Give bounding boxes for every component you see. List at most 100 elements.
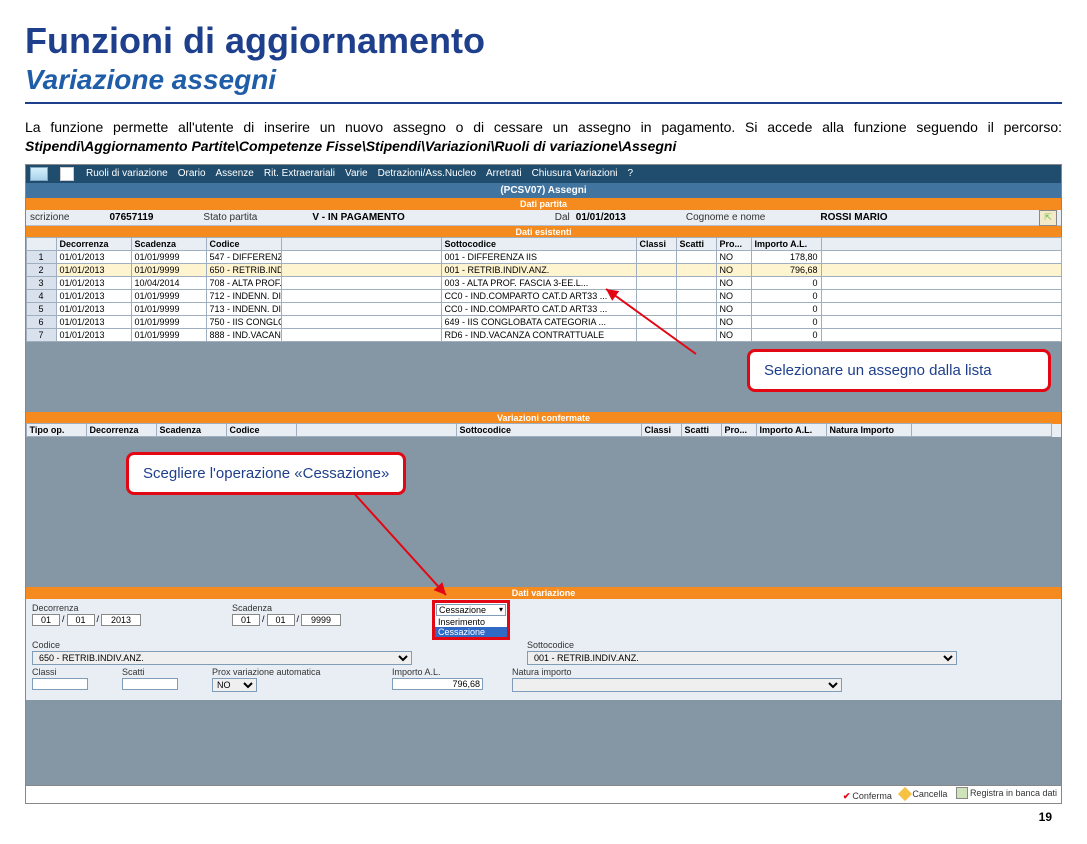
export-icon[interactable]: ⇱ bbox=[1039, 210, 1057, 226]
tipo-op-selected: Cessazione bbox=[439, 605, 486, 615]
col2-blank bbox=[296, 423, 457, 437]
tipo-operazione-dropdown[interactable]: Cessazione ▾ Inserimento Cessazione bbox=[432, 600, 510, 640]
col2-sottocodice: Sottocodice bbox=[456, 423, 642, 437]
menu-item[interactable]: Detrazioni/Ass.Nucleo bbox=[378, 168, 476, 179]
page-title: Funzioni di aggiornamento bbox=[25, 20, 1062, 62]
col-blank2 bbox=[821, 237, 1062, 251]
window-icon bbox=[60, 167, 74, 181]
table2-header: Tipo op. Decorrenza Scadenza Codice Sott… bbox=[26, 424, 1061, 437]
cancella-button[interactable]: Cancella bbox=[900, 789, 947, 799]
eraser-icon bbox=[898, 787, 912, 801]
table1-header: Decorrenza Scadenza Codice Sottocodice C… bbox=[26, 238, 1061, 251]
chevron-down-icon: ▾ bbox=[499, 605, 503, 614]
importo-label: Importo A.L. bbox=[392, 667, 492, 677]
col2-decorrenza: Decorrenza bbox=[86, 423, 157, 437]
codice-select[interactable]: 650 - RETRIB.INDIV.ANZ. bbox=[32, 651, 412, 665]
col2-scadenza: Scadenza bbox=[156, 423, 227, 437]
col2-natura: Natura Importo bbox=[826, 423, 912, 437]
row-number: 5 bbox=[26, 302, 57, 316]
table-row[interactable]: 101/01/201301/01/9999547 - DIFFERENZA II… bbox=[26, 251, 1061, 264]
sottocodice-label: Sottocodice bbox=[527, 640, 957, 650]
registra-button[interactable]: Registra in banca dati bbox=[956, 787, 1057, 799]
iscrizione-value: 07657119 bbox=[109, 212, 153, 223]
tipo-op-option[interactable]: Inserimento bbox=[435, 617, 507, 627]
menu-item[interactable]: ? bbox=[628, 168, 634, 179]
prox-label: Prox variazione automatica bbox=[212, 667, 372, 677]
scatti-input[interactable] bbox=[122, 678, 178, 690]
cell-importo: 178,80 bbox=[751, 250, 822, 264]
nome-label: Cognome e nome bbox=[686, 212, 766, 223]
col-num bbox=[26, 237, 57, 251]
decorrenza-month[interactable] bbox=[67, 614, 95, 626]
bottom-gray-area bbox=[26, 700, 1061, 785]
scadenza-year[interactable] bbox=[301, 614, 341, 626]
intro-paragraph: La funzione permette all'utente di inser… bbox=[25, 118, 1062, 156]
col-codice: Codice bbox=[206, 237, 282, 251]
intro-text: La funzione permette all'utente di inser… bbox=[25, 119, 1062, 135]
col-classi: Classi bbox=[636, 237, 677, 251]
nome-value: ROSSI MARIO bbox=[820, 212, 887, 223]
footer-bar: ✔Conferma Cancella Registra in banca dat… bbox=[26, 785, 1061, 803]
col-pro: Pro... bbox=[716, 237, 752, 251]
section-dati-esistenti: Dati esistenti bbox=[26, 226, 1061, 238]
page-number: 19 bbox=[25, 810, 1062, 824]
classi-input[interactable] bbox=[32, 678, 88, 690]
table-row[interactable]: 501/01/201301/01/9999713 - INDENN. DI CO… bbox=[26, 303, 1061, 316]
iscrizione-label: scrizione bbox=[30, 212, 69, 223]
dal-label: Dal bbox=[555, 212, 570, 223]
cell-importo: 0 bbox=[751, 302, 822, 316]
row-number: 4 bbox=[26, 289, 57, 303]
importo-input[interactable] bbox=[392, 678, 483, 690]
natura-label: Natura importo bbox=[512, 667, 632, 677]
page-subtitle: Variazione assegni bbox=[25, 64, 1062, 96]
table-row[interactable]: 601/01/201301/01/9999750 - IIS CONGLOBAT… bbox=[26, 316, 1061, 329]
col2-tipoop: Tipo op. bbox=[26, 423, 87, 437]
codice-label: Codice bbox=[32, 640, 412, 650]
cell-importo: 0 bbox=[751, 276, 822, 290]
menu-item[interactable]: Chiusura Variazioni bbox=[532, 168, 618, 179]
table-row[interactable]: 201/01/201301/01/9999650 - RETRIB.INDIV.… bbox=[26, 264, 1061, 277]
stato-label: Stato partita bbox=[203, 212, 257, 223]
menu-item[interactable]: Assenze bbox=[216, 168, 254, 179]
dal-value: 01/01/2013 bbox=[576, 212, 626, 223]
row-number: 7 bbox=[26, 328, 57, 342]
menu-item[interactable]: Orario bbox=[178, 168, 206, 179]
table-row[interactable]: 401/01/201301/01/9999712 - INDENN. DI CO… bbox=[26, 290, 1061, 303]
decorrenza-year[interactable] bbox=[101, 614, 141, 626]
scadenza-month[interactable] bbox=[267, 614, 295, 626]
row-number: 2 bbox=[26, 263, 57, 277]
cell-importo: 0 bbox=[751, 289, 822, 303]
cell-importo: 0 bbox=[751, 315, 822, 329]
table-row[interactable]: 301/01/201310/04/2014708 - ALTA PROF. -E… bbox=[26, 277, 1061, 290]
scadenza-day[interactable] bbox=[232, 614, 260, 626]
menu-item[interactable]: Ruoli di variazione bbox=[86, 168, 168, 179]
menu-item[interactable]: Varie bbox=[345, 168, 368, 179]
row-number: 1 bbox=[26, 250, 57, 264]
app-window: Ruoli di variazione Orario Assenze Rit. … bbox=[25, 164, 1062, 804]
section-variazioni-confermate: Variazioni confermate bbox=[26, 412, 1061, 424]
table-row[interactable]: 701/01/201301/01/9999888 - IND.VACANZA C… bbox=[26, 329, 1061, 342]
col-importo: Importo A.L. bbox=[751, 237, 822, 251]
tipo-op-option[interactable]: Cessazione bbox=[435, 627, 507, 637]
menu-item[interactable]: Rit. Extraerariali bbox=[264, 168, 335, 179]
cell-importo: 796,68 bbox=[751, 263, 822, 277]
menu-item[interactable]: Arretrati bbox=[486, 168, 522, 179]
prox-select[interactable]: NO bbox=[212, 678, 257, 692]
col-scatti: Scatti bbox=[676, 237, 717, 251]
conferma-button[interactable]: ✔Conferma bbox=[843, 791, 892, 802]
database-icon bbox=[956, 787, 968, 799]
row-number: 6 bbox=[26, 315, 57, 329]
sottocodice-select[interactable]: 001 - RETRIB.INDIV.ANZ. bbox=[527, 651, 957, 665]
window-title: (PCSV07) Assegni bbox=[26, 183, 1061, 198]
scatti-label: Scatti bbox=[122, 667, 192, 677]
section-dati-variazione: Dati variazione bbox=[26, 587, 1061, 599]
app-logo-icon bbox=[30, 167, 48, 181]
row-number: 3 bbox=[26, 276, 57, 290]
gap-area-1: Selezionare un assegno dalla lista bbox=[26, 342, 1061, 412]
natura-select[interactable] bbox=[512, 678, 842, 692]
decorrenza-day[interactable] bbox=[32, 614, 60, 626]
stato-value: V - IN PAGAMENTO bbox=[312, 212, 404, 223]
col-sottocodice: Sottocodice bbox=[441, 237, 637, 251]
section-dati-partita: Dati partita bbox=[26, 198, 1061, 210]
decorrenza-label: Decorrenza bbox=[32, 603, 212, 613]
